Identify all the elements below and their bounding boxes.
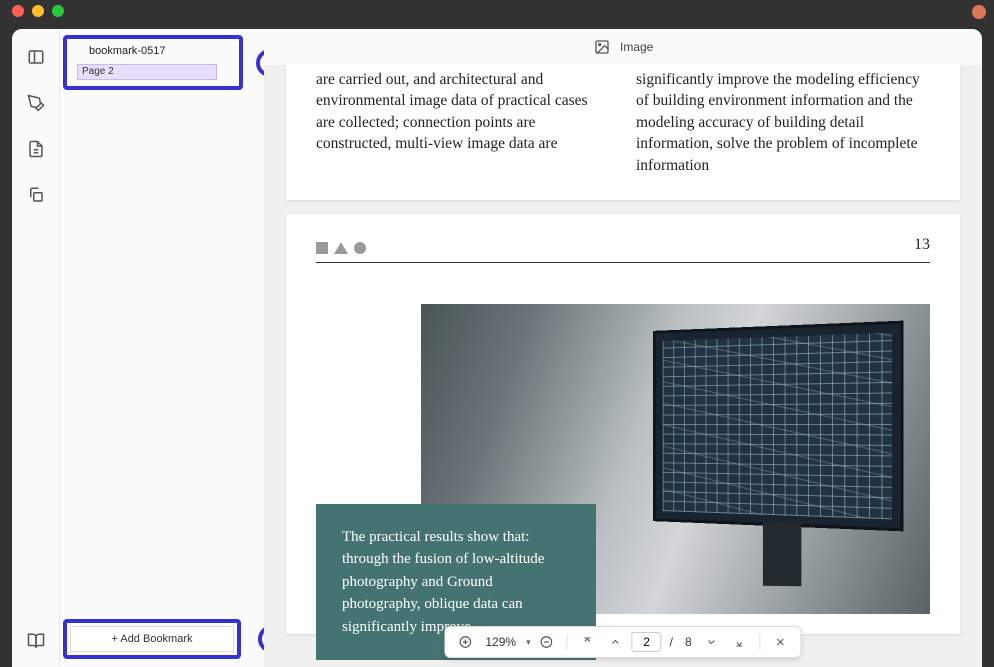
bookmark-title: bookmark-0517 [89,45,229,57]
circle-icon [354,242,366,254]
image-icon [594,39,610,55]
add-bookmark-label: + Add Bookmark [111,633,192,645]
bookmark-entry-box: bookmark-0517 [63,35,243,90]
app-frame: bookmark-0517 2 + Add Bookmark 1 Image a… [12,29,982,667]
maximize-window-button[interactable] [52,5,64,17]
prev-page-button[interactable] [604,630,628,654]
separator [567,634,568,650]
horizontal-rule [316,262,930,263]
window-controls [12,5,64,17]
document-topbar: Image [264,29,982,65]
highlighter-icon[interactable] [24,91,48,115]
document-page-bottom: 13 The practical results show that: thro… [286,214,960,634]
photo-monitor-content [663,332,892,519]
zoom-dropdown-icon[interactable]: ▾ [526,637,531,648]
close-toolbar-button[interactable] [769,630,793,654]
photo-monitor [653,320,904,531]
zoom-in-button[interactable] [453,630,477,654]
square-icon [316,242,328,254]
document-page-top: are carried out, and architectural and e… [286,65,960,200]
page-number-input[interactable] [632,632,662,652]
close-window-button[interactable] [12,5,24,17]
titlebar [0,0,994,22]
page-total: 8 [681,635,696,649]
add-bookmark-button[interactable]: + Add Bookmark [70,626,234,652]
document-scrollview[interactable]: are carried out, and architectural and e… [264,65,982,667]
page-number: 13 [914,236,930,254]
text-column-left: are carried out, and architectural and e… [316,69,610,176]
next-page-button[interactable] [700,630,724,654]
bookmark-name-input[interactable] [77,64,217,80]
notes-icon[interactable] [24,137,48,161]
image-label: Image [620,40,653,54]
user-avatar[interactable] [972,5,986,19]
separator [760,634,761,650]
last-page-button[interactable] [728,630,752,654]
panel-toggle-icon[interactable] [24,45,48,69]
photo-monitor-stand [763,522,801,587]
page-sep: / [666,635,677,649]
zoom-value[interactable]: 129% [481,635,520,649]
text-column-right: significantly improve the modeling effic… [636,69,930,176]
bookmarks-sidebar: bookmark-0517 2 + Add Bookmark 1 [60,29,264,667]
book-icon[interactable] [24,629,48,653]
add-bookmark-highlight: + Add Bookmark [63,619,241,659]
zoom-toolbar: 129% ▾ / 8 [444,626,801,658]
triangle-icon [334,242,348,254]
minimize-window-button[interactable] [32,5,44,17]
decorative-shapes [316,242,930,254]
vertical-toolbar [12,29,60,667]
add-bookmark-wrap: + Add Bookmark [63,619,241,659]
zoom-out-button[interactable] [535,630,559,654]
first-page-button[interactable] [576,630,600,654]
copy-icon[interactable] [24,183,48,207]
document-main: Image are carried out, and architectural… [264,29,982,667]
